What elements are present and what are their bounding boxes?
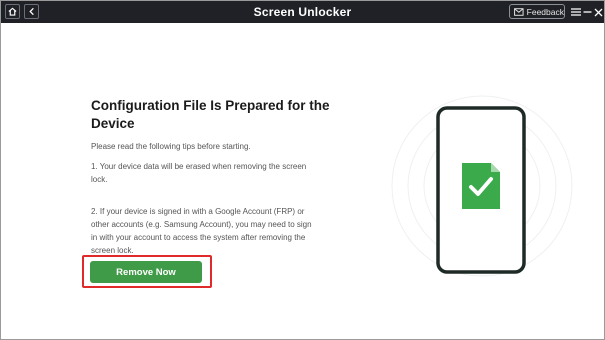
intro-text: Please read the following tips before st… <box>91 142 251 151</box>
app-window: Screen Unlocker Feedback Configuration F… <box>0 0 605 340</box>
remove-now-button[interactable]: Remove Now <box>90 261 202 283</box>
close-button[interactable] <box>592 5 604 19</box>
phone-illustration <box>391 95 573 277</box>
menu-icon <box>571 8 581 16</box>
feedback-label: Feedback <box>526 6 564 17</box>
minimize-icon <box>583 11 591 13</box>
page-heading: Configuration File Is Prepared for the D… <box>91 98 330 131</box>
tip-1: 1. Your device data will be erased when … <box>91 162 307 184</box>
close-icon <box>594 8 602 16</box>
title-bar: Screen Unlocker Feedback <box>1 1 604 23</box>
feedback-button[interactable]: Feedback <box>509 4 565 19</box>
tip-2: 2. If your device is signed in with a Go… <box>91 207 312 255</box>
file-check-icon <box>462 163 500 209</box>
mail-icon <box>514 7 524 16</box>
